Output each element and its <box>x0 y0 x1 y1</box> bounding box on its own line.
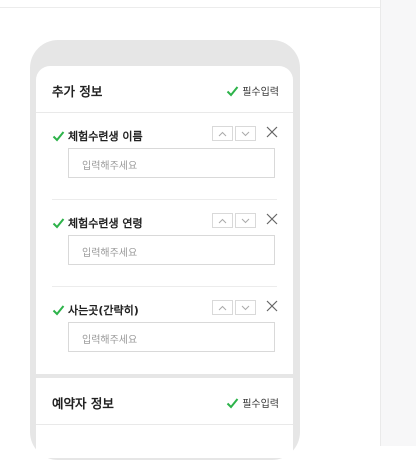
additional-info-card: 추가 정보 필수입력 체험수련생 이름 입력해주세요 체험수련생 연령 입력해주… <box>36 66 293 374</box>
check-icon <box>52 131 65 142</box>
check-icon <box>226 85 239 96</box>
move-down-button[interactable] <box>235 300 256 315</box>
field-label: 체험수련생 이름 <box>68 130 143 143</box>
field-label-row: 체험수련생 연령 <box>52 215 143 231</box>
name-input[interactable]: 입력해주세요 <box>68 148 275 178</box>
required-indicator: 필수입력 <box>226 83 279 98</box>
chevron-down-icon <box>241 305 250 310</box>
field-label-row: 체험수련생 이름 <box>52 128 143 144</box>
close-icon[interactable] <box>265 299 279 313</box>
move-down-button[interactable] <box>235 213 256 228</box>
right-side-panel <box>380 0 416 446</box>
field-label: 사는곳(간략히) <box>68 304 139 317</box>
chevron-up-icon <box>218 305 227 310</box>
check-icon <box>52 218 65 229</box>
chevron-up-icon <box>218 131 227 136</box>
booker-info-title: 예약자 정보 <box>52 396 114 411</box>
move-down-button[interactable] <box>235 126 256 141</box>
reorder-controls <box>212 300 258 315</box>
booker-info-divider <box>36 424 293 425</box>
field-label-row: 사는곳(간략히) <box>52 302 139 318</box>
check-icon <box>226 397 239 408</box>
residence-input[interactable]: 입력해주세요 <box>68 322 275 352</box>
required-indicator: 필수입력 <box>226 395 279 410</box>
booker-info-card: 예약자 정보 필수입력 <box>36 378 293 458</box>
required-label: 필수입력 <box>242 87 279 98</box>
additional-info-title: 추가 정보 <box>52 84 103 99</box>
move-up-button[interactable] <box>212 300 233 315</box>
top-divider <box>0 7 380 8</box>
reorder-controls <box>212 213 258 228</box>
field-label: 체험수련생 연령 <box>68 217 143 230</box>
field-divider <box>52 286 277 287</box>
booker-info-header: 예약자 정보 필수입력 <box>36 378 293 424</box>
required-label: 필수입력 <box>242 399 279 410</box>
move-up-button[interactable] <box>212 126 233 141</box>
age-input[interactable]: 입력해주세요 <box>68 235 275 265</box>
check-icon <box>52 305 65 316</box>
close-icon[interactable] <box>265 125 279 139</box>
reorder-controls <box>212 126 258 141</box>
move-up-button[interactable] <box>212 213 233 228</box>
chevron-down-icon <box>241 218 250 223</box>
additional-info-header: 추가 정보 필수입력 <box>36 66 293 113</box>
field-divider <box>52 199 277 200</box>
chevron-up-icon <box>218 218 227 223</box>
chevron-down-icon <box>241 131 250 136</box>
close-icon[interactable] <box>265 212 279 226</box>
